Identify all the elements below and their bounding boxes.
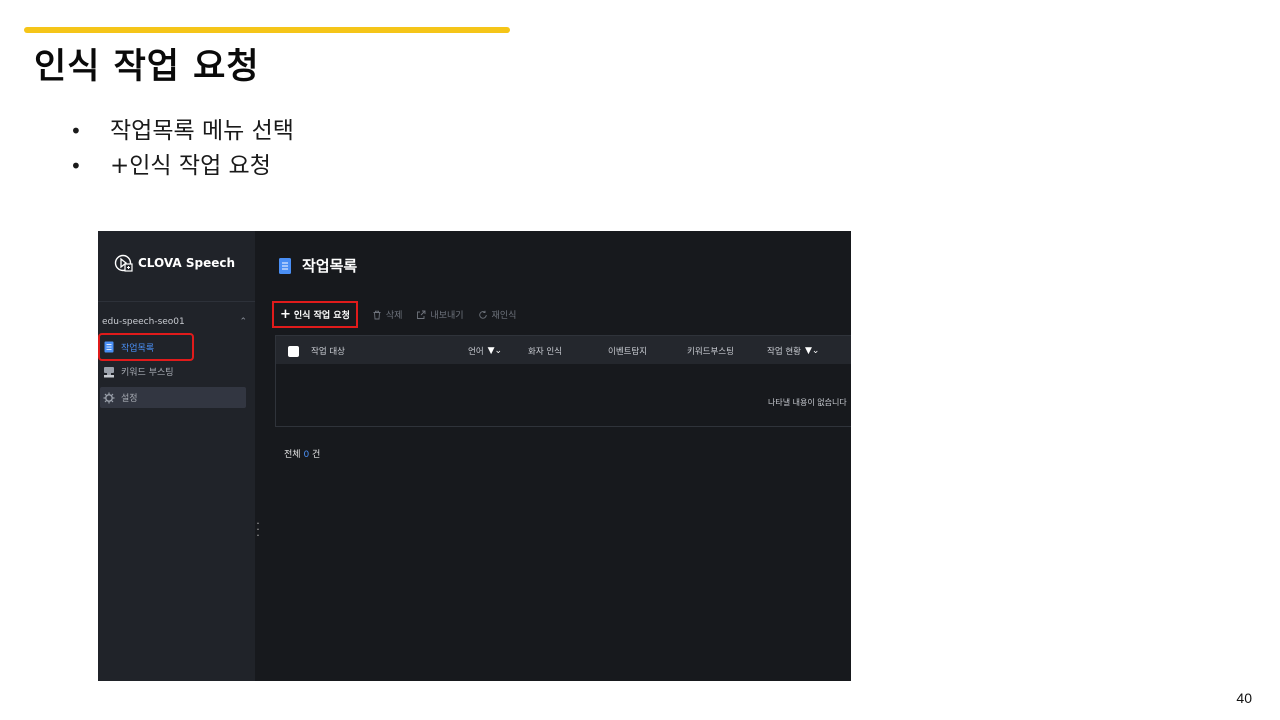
- column-header-speaker: 화자 인식: [528, 345, 562, 357]
- empty-table-message: 나타낼 내용이 없습니다: [768, 398, 847, 407]
- export-button[interactable]: 내보내기: [416, 308, 464, 321]
- total-prefix: 전체: [284, 450, 301, 460]
- column-header-keyword: 키워드부스팅: [687, 345, 734, 357]
- trash-icon: [373, 310, 381, 319]
- filter-icon[interactable]: ▼⌄: [488, 346, 502, 356]
- slide-title: 인식 작업 요청: [34, 47, 260, 87]
- column-header-event: 이벤트탐지: [608, 345, 647, 357]
- task-table: 작업 대상 언어 ▼⌄ 화자 인식 이벤트탐지 키워드부스팅 작업 현황 ▼⌄ …: [275, 335, 851, 427]
- reprocess-button[interactable]: 재인식: [478, 308, 517, 321]
- sidebar-item-settings[interactable]: 설정: [100, 387, 246, 408]
- column-label: 이벤트탐지: [608, 347, 648, 357]
- sidebar-divider: [98, 301, 255, 302]
- column-label: 화자 인식: [528, 347, 562, 357]
- page-number: 40: [1236, 690, 1252, 706]
- delete-label: 삭제: [385, 311, 403, 321]
- chevron-up-icon[interactable]: ⌃: [239, 317, 247, 327]
- app-screenshot: CLOVA Speech edu-speech-seo01 ⌃ 작업목록 키워드…: [98, 231, 851, 681]
- title-accent-bar: [24, 27, 510, 33]
- column-label: 키워드부스팅: [687, 347, 734, 357]
- toolbar: + 인식 작업 요청 삭제 내보내기 재인식: [272, 301, 516, 328]
- clova-logo-icon: [114, 254, 133, 272]
- sidebar-item-keyword-boosting[interactable]: 키워드 부스팅: [100, 361, 246, 382]
- bullet-symbol: •: [70, 154, 82, 178]
- bullet-item: • 작업목록 메뉴 선택: [70, 114, 294, 149]
- total-suffix: 건: [312, 450, 321, 460]
- export-label: 내보내기: [430, 311, 464, 321]
- list-doc-icon: [104, 341, 114, 353]
- column-header-status: 작업 현황 ▼⌄: [767, 345, 819, 357]
- page-header: 작업목록: [278, 255, 357, 276]
- request-recognition-button[interactable]: + 인식 작업 요청: [272, 301, 358, 328]
- page-title: 작업목록: [302, 257, 358, 275]
- refresh-icon: [478, 310, 487, 319]
- total-count: 전체 0 건: [284, 447, 320, 460]
- sidebar: CLOVA Speech edu-speech-seo01 ⌃ 작업목록 키워드…: [98, 231, 255, 681]
- project-selector[interactable]: edu-speech-seo01 ⌃: [102, 317, 247, 327]
- reprocess-label: 재인식: [491, 311, 517, 321]
- keyword-icon: [104, 366, 114, 377]
- list-doc-icon: [279, 257, 291, 274]
- bullet-symbol: •: [70, 119, 82, 143]
- sidebar-item-label: 작업목록: [121, 343, 155, 354]
- bullet-item: • +인식 작업 요청: [70, 149, 294, 184]
- column-header-target: 작업 대상: [288, 345, 345, 357]
- sidebar-item-task-list[interactable]: 작업목록: [98, 333, 194, 361]
- select-all-checkbox[interactable]: [288, 345, 299, 357]
- table-header: 작업 대상 언어 ▼⌄ 화자 인식 이벤트탐지 키워드부스팅 작업 현황 ▼⌄: [276, 336, 851, 364]
- brand[interactable]: CLOVA Speech: [114, 253, 235, 273]
- bullet-text: +인식 작업 요청: [110, 153, 271, 179]
- sidebar-resize-handle[interactable]: · · ·: [255, 518, 261, 541]
- export-icon: [417, 310, 426, 319]
- filter-icon[interactable]: ▼⌄: [805, 346, 819, 356]
- bullet-text: 작업목록 메뉴 선택: [110, 118, 294, 144]
- project-name: edu-speech-seo01: [102, 317, 185, 327]
- request-button-label: 인식 작업 요청: [293, 311, 350, 321]
- column-header-language: 언어 ▼⌄: [468, 345, 502, 357]
- sidebar-item-label: 키워드 부스팅: [121, 368, 174, 378]
- column-label: 언어: [468, 347, 484, 357]
- column-label: 작업 대상: [311, 347, 345, 357]
- column-label: 작업 현황: [767, 347, 801, 357]
- total-count-value: 0: [303, 450, 310, 460]
- plus-icon: +: [280, 307, 291, 322]
- sidebar-item-label: 설정: [121, 394, 138, 404]
- brand-name: CLOVA Speech: [138, 256, 236, 270]
- delete-button[interactable]: 삭제: [372, 308, 403, 321]
- bullet-list: • 작업목록 메뉴 선택 • +인식 작업 요청: [70, 114, 294, 184]
- gear-icon: [103, 392, 115, 403]
